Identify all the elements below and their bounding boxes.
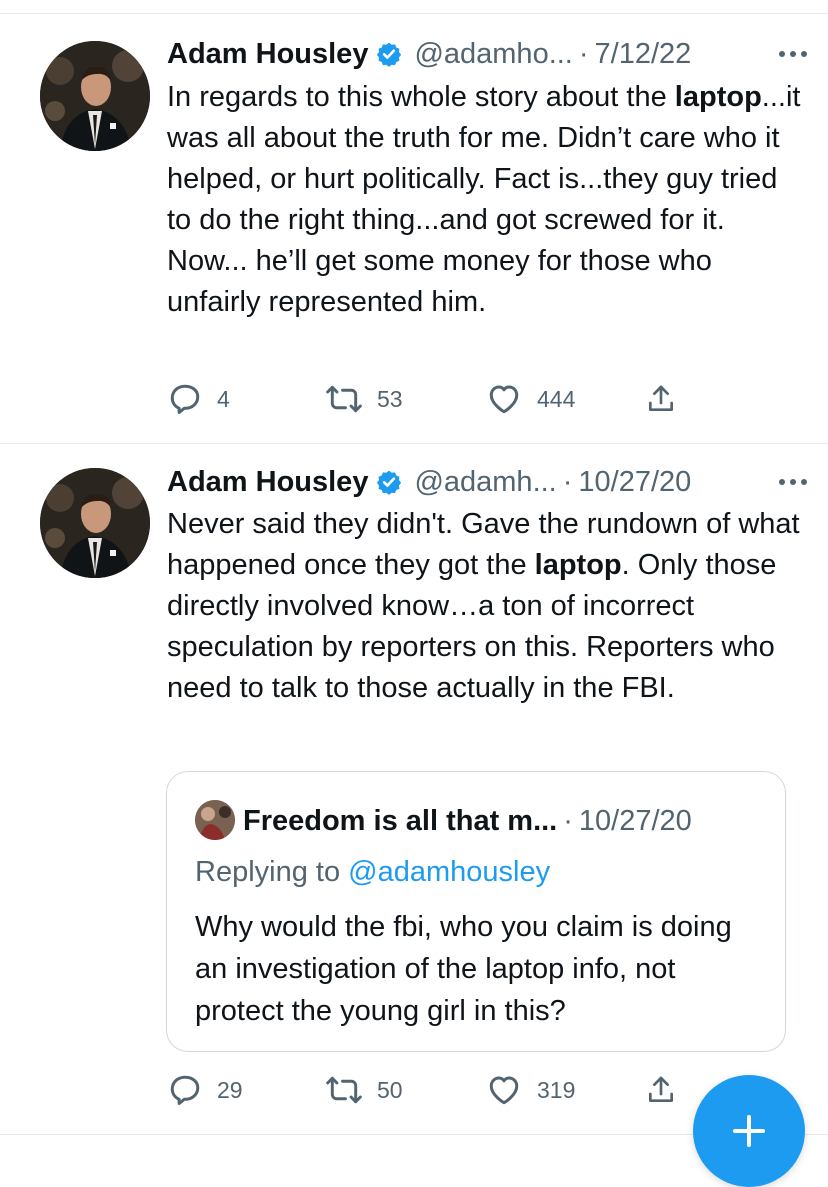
- profile-photo-icon: [40, 41, 150, 151]
- retweet-count: 50: [377, 1076, 403, 1103]
- tweet-header: Adam Housley @adamho... · 7/12/22: [167, 34, 808, 74]
- author-handle[interactable]: @adamh...: [414, 466, 556, 499]
- replying-to: Replying to @adamhousley: [195, 856, 550, 889]
- retweet-button[interactable]: 50: [325, 1070, 403, 1110]
- avatar[interactable]: [40, 41, 150, 151]
- tweet-header: Adam Housley @adamh... · 10/27/20: [167, 462, 808, 502]
- tweet-text-part: ...it was all about the truth for me. Di…: [167, 81, 801, 318]
- tweet-text: Never said they didn't. Gave the rundown…: [167, 504, 807, 709]
- retweet-button[interactable]: 53: [325, 379, 403, 419]
- quoted-author-name: Freedom is all that m...: [243, 804, 558, 837]
- more-dots-icon: [779, 479, 807, 485]
- replying-to-label: Replying to: [195, 856, 349, 888]
- verified-badge-icon: [377, 470, 402, 495]
- tweet-actions: 29 50 319: [167, 1070, 727, 1110]
- reply-icon: [170, 1075, 200, 1105]
- compose-tweet-button[interactable]: [693, 1075, 805, 1187]
- quoted-text: Why would the fbi, who you claim is doin…: [195, 911, 732, 1027]
- tweet-actions: 4 53 444: [167, 379, 727, 419]
- share-icon: [649, 1076, 673, 1102]
- separator-dot: ·: [562, 465, 573, 498]
- highlighted-keyword: laptop: [534, 549, 622, 581]
- share-icon: [649, 385, 673, 411]
- more-options-button[interactable]: [778, 462, 808, 502]
- tweet-date[interactable]: 7/12/22: [595, 38, 692, 71]
- share-button[interactable]: [645, 1070, 677, 1110]
- like-button[interactable]: 319: [485, 1070, 575, 1110]
- more-options-button[interactable]: [778, 34, 808, 74]
- verified-badge-icon: [377, 42, 402, 67]
- quoted-date: 10/27/20: [578, 804, 692, 837]
- separator-dot: ·: [578, 37, 589, 70]
- tweet[interactable]: Adam Housley @adamho... · 7/12/22 In reg…: [0, 14, 828, 444]
- highlighted-keyword: laptop: [674, 81, 762, 113]
- quoted-tweet[interactable]: Freedom is all that m... · 10/27/20 Repl…: [166, 771, 786, 1052]
- avatar[interactable]: [40, 468, 150, 578]
- share-button[interactable]: [645, 379, 677, 419]
- like-button[interactable]: 444: [485, 379, 575, 419]
- retweet-icon: [326, 1076, 362, 1104]
- reply-button[interactable]: 4: [167, 379, 230, 419]
- separator-dot: ·: [563, 804, 573, 837]
- tweet-date[interactable]: 10/27/20: [578, 466, 691, 499]
- author-name[interactable]: Adam Housley: [167, 466, 368, 499]
- quoted-avatar: [195, 800, 235, 840]
- retweet-icon: [326, 385, 362, 413]
- plus-icon: [733, 1115, 765, 1147]
- tweet-text-part: In regards to this whole story about the: [167, 81, 675, 113]
- heart-icon: [489, 1076, 519, 1105]
- like-count: 444: [537, 385, 576, 412]
- reply-count: 29: [217, 1076, 243, 1103]
- more-dots-icon: [779, 51, 807, 57]
- profile-photo-icon: [40, 468, 150, 578]
- heart-icon: [489, 385, 519, 414]
- like-count: 319: [537, 1076, 576, 1103]
- author-name[interactable]: Adam Housley: [167, 38, 368, 71]
- mention-link[interactable]: @adamhousley: [348, 856, 550, 888]
- tweet-text: In regards to this whole story about the…: [167, 77, 807, 323]
- reply-button[interactable]: 29: [167, 1070, 243, 1110]
- reply-count: 4: [217, 385, 230, 412]
- quoted-header: Freedom is all that m... · 10/27/20: [243, 800, 692, 842]
- author-handle[interactable]: @adamho...: [414, 38, 572, 71]
- retweet-count: 53: [377, 385, 403, 412]
- reply-icon: [170, 384, 200, 414]
- profile-photo-icon: [195, 800, 235, 840]
